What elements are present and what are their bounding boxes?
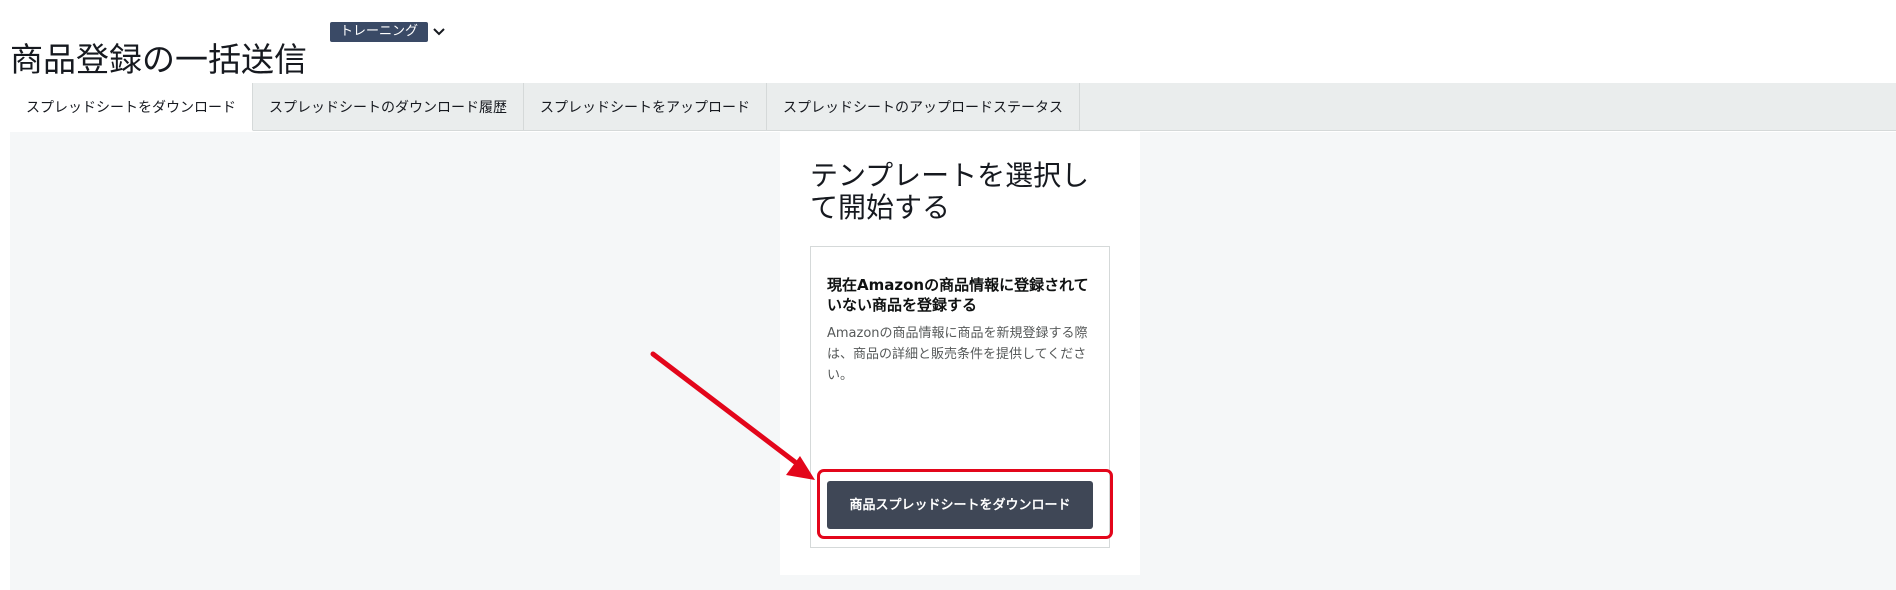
page-title: 商品登録の一括送信 bbox=[10, 40, 307, 79]
tab-upload-status[interactable]: スプレッドシートのアップロードステータス bbox=[767, 83, 1080, 131]
template-card: 現在Amazonの商品情報に登録されていない商品を登録する Amazonの商品情… bbox=[810, 246, 1110, 548]
template-panel: テンプレートを選択して開始する 現在Amazonの商品情報に登録されていない商品… bbox=[780, 132, 1140, 575]
tab-spreadsheet-download[interactable]: スプレッドシートをダウンロード bbox=[10, 83, 253, 131]
tab-download-history[interactable]: スプレッドシートのダウンロード履歴 bbox=[253, 83, 524, 131]
training-badge[interactable]: トレーニング bbox=[330, 22, 429, 42]
tab-bar: スプレッドシートをダウンロード スプレッドシートのダウンロード履歴 スプレッドシ… bbox=[10, 83, 1896, 131]
tab-spreadsheet-upload[interactable]: スプレッドシートをアップロード bbox=[524, 83, 767, 131]
chevron-down-icon[interactable] bbox=[432, 25, 446, 39]
card-description: Amazonの商品情報に商品を新規登録する際は、商品の詳細と販売条件を提供してく… bbox=[827, 326, 1088, 383]
panel-heading: テンプレートを選択して開始する bbox=[810, 159, 1090, 224]
card-title: 現在Amazonの商品情報に登録されていない商品を登録する bbox=[827, 276, 1089, 314]
download-spreadsheet-button[interactable]: 商品スプレッドシートをダウンロード bbox=[827, 481, 1093, 529]
training-selector[interactable]: トレーニング bbox=[330, 22, 446, 42]
